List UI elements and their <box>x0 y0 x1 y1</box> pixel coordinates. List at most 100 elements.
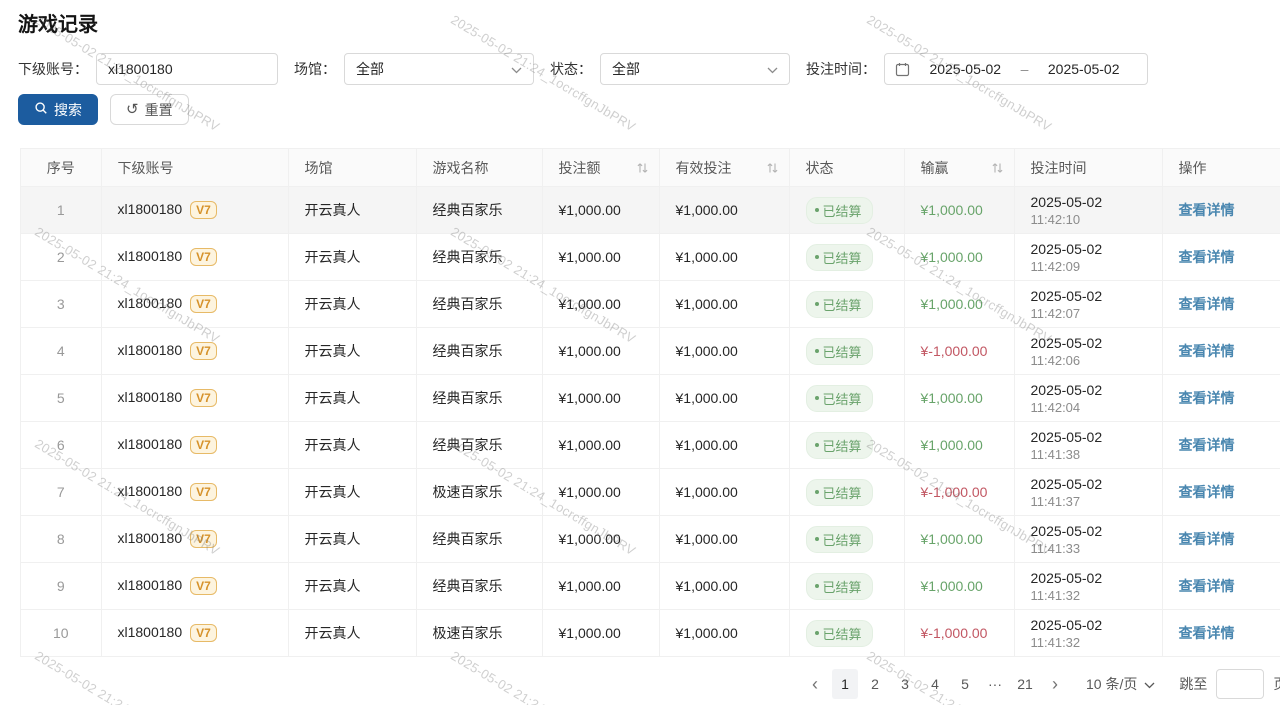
sort-icon[interactable] <box>991 161 1004 174</box>
column-header: 有效投注 <box>659 149 789 187</box>
game-name-cell: 经典百家乐 <box>416 328 542 375</box>
action-cell: 查看详情 <box>1162 469 1280 516</box>
pagination-bar: ‹12345···21›10 条/页跳至页 <box>800 669 1280 699</box>
filter-bet-time: 投注时间： 2025-05-02 – 2025-05-02 <box>806 53 1148 85</box>
account-cell: xl1800180V7 <box>101 375 288 422</box>
bet-time: 11:42:09 <box>1031 259 1146 275</box>
page-ellipsis[interactable]: ··· <box>982 669 1008 699</box>
page-size-select[interactable]: 10 条/页 <box>1086 674 1155 694</box>
vip-level-badge: V7 <box>190 201 217 219</box>
status-badge: 已结算 <box>806 620 873 647</box>
bet-time-cell: 2025-05-0211:42:07 <box>1014 281 1162 328</box>
status-label: 已结算 <box>823 577 862 596</box>
column-header: 投注时间 <box>1014 149 1162 187</box>
bet-date: 2025-05-02 <box>1031 569 1146 588</box>
chevron-down-icon <box>1144 676 1155 692</box>
game-name-cell: 经典百家乐 <box>416 563 542 610</box>
date-range-picker[interactable]: 2025-05-02 – 2025-05-02 <box>884 53 1148 85</box>
bet-time-cell: 2025-05-0211:42:09 <box>1014 234 1162 281</box>
venue-cell: 开云真人 <box>288 422 416 469</box>
win-lose-value: ¥1,000.00 <box>921 578 983 594</box>
bet-time-cell: 2025-05-0211:42:04 <box>1014 375 1162 422</box>
column-header: 场馆 <box>288 149 416 187</box>
game-name-cell: 经典百家乐 <box>416 375 542 422</box>
account-input[interactable] <box>96 53 278 85</box>
win-lose-cell: ¥-1,000.00 <box>904 610 1014 657</box>
table-row: 9xl1800180V7开云真人经典百家乐¥1,000.00¥1,000.00已… <box>21 563 1280 610</box>
page-button[interactable]: 2 <box>862 669 888 699</box>
game-name-cell: 经典百家乐 <box>416 516 542 563</box>
win-lose-value: ¥1,000.00 <box>921 531 983 547</box>
status-select[interactable]: 全部 <box>600 53 790 85</box>
filter-account: 下级账号： <box>18 53 278 85</box>
view-details-link[interactable]: 查看详情 <box>1179 484 1235 500</box>
column-header-label: 序号 <box>47 160 75 176</box>
action-cell: 查看详情 <box>1162 234 1280 281</box>
vip-level-badge: V7 <box>190 530 217 548</box>
status-label: 已结算 <box>823 624 862 643</box>
status-cell: 已结算 <box>789 516 904 563</box>
account-cell: xl1800180V7 <box>101 281 288 328</box>
bet-time-label: 投注时间： <box>806 59 876 79</box>
view-details-link[interactable]: 查看详情 <box>1179 343 1235 359</box>
bet-date: 2025-05-02 <box>1031 381 1146 400</box>
table-row: 6xl1800180V7开云真人经典百家乐¥1,000.00¥1,000.00已… <box>21 422 1280 469</box>
valid-bet-cell: ¥1,000.00 <box>659 610 789 657</box>
next-page-button[interactable]: › <box>1042 669 1068 699</box>
status-label: 已结算 <box>823 436 862 455</box>
venue-cell: 开云真人 <box>288 281 416 328</box>
jump-page-input[interactable] <box>1216 669 1264 699</box>
account-label: 下级账号： <box>18 59 88 79</box>
view-details-link[interactable]: 查看详情 <box>1179 296 1235 312</box>
row-index: 5 <box>21 375 101 422</box>
bet-amount-cell: ¥1,000.00 <box>542 375 659 422</box>
win-lose-cell: ¥1,000.00 <box>904 516 1014 563</box>
game-name-cell: 经典百家乐 <box>416 234 542 281</box>
status-dot-icon <box>815 537 819 541</box>
view-details-link[interactable]: 查看详情 <box>1179 249 1235 265</box>
bet-amount-cell: ¥1,000.00 <box>542 563 659 610</box>
valid-bet-cell: ¥1,000.00 <box>659 469 789 516</box>
page-button[interactable]: 5 <box>952 669 978 699</box>
valid-bet-cell: ¥1,000.00 <box>659 234 789 281</box>
bet-date: 2025-05-02 <box>1031 522 1146 541</box>
status-cell: 已结算 <box>789 328 904 375</box>
row-index: 4 <box>21 328 101 375</box>
status-badge: 已结算 <box>806 479 873 506</box>
row-index: 6 <box>21 422 101 469</box>
account-cell: xl1800180V7 <box>101 516 288 563</box>
view-details-link[interactable]: 查看详情 <box>1179 202 1235 218</box>
venue-select[interactable]: 全部 <box>344 53 534 85</box>
status-badge: 已结算 <box>806 432 873 459</box>
search-button[interactable]: 搜索 <box>18 94 98 125</box>
page-button[interactable]: 1 <box>832 669 858 699</box>
column-header-label: 下级账号 <box>118 160 174 176</box>
page-button[interactable]: 21 <box>1012 669 1038 699</box>
bet-date: 2025-05-02 <box>1031 616 1146 635</box>
column-header: 操作 <box>1162 149 1280 187</box>
bet-time-cell: 2025-05-0211:41:37 <box>1014 469 1162 516</box>
chevron-down-icon <box>767 61 778 77</box>
bet-time: 11:41:33 <box>1031 541 1146 557</box>
reset-icon: ↺ <box>126 102 139 117</box>
action-cell: 查看详情 <box>1162 422 1280 469</box>
view-details-link[interactable]: 查看详情 <box>1179 390 1235 406</box>
view-details-link[interactable]: 查看详情 <box>1179 625 1235 641</box>
page-button[interactable]: 4 <box>922 669 948 699</box>
bet-date: 2025-05-02 <box>1031 475 1146 494</box>
prev-page-button[interactable]: ‹ <box>802 669 828 699</box>
win-lose-cell: ¥1,000.00 <box>904 375 1014 422</box>
sort-icon[interactable] <box>636 161 649 174</box>
view-details-link[interactable]: 查看详情 <box>1179 578 1235 594</box>
sort-icon[interactable] <box>766 161 779 174</box>
page-button[interactable]: 3 <box>892 669 918 699</box>
action-cell: 查看详情 <box>1162 610 1280 657</box>
win-lose-cell: ¥-1,000.00 <box>904 328 1014 375</box>
account-cell: xl1800180V7 <box>101 610 288 657</box>
reset-button[interactable]: ↺ 重置 <box>110 94 189 125</box>
bet-time: 11:42:10 <box>1031 212 1146 228</box>
view-details-link[interactable]: 查看详情 <box>1179 531 1235 547</box>
column-header-label: 状态 <box>806 160 834 176</box>
view-details-link[interactable]: 查看详情 <box>1179 437 1235 453</box>
column-header-label: 游戏名称 <box>433 160 489 176</box>
